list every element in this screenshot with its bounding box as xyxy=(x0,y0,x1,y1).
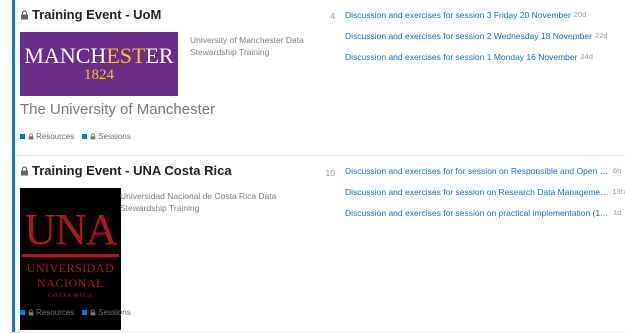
category-training-event-una: Training Event - UNA Costa Rica UNA UNIV… xyxy=(15,156,625,333)
topic-link[interactable]: Discussion and exercises for session 2 W… xyxy=(345,31,592,41)
topic-link[interactable]: Discussion and exercises for for session… xyxy=(345,166,610,176)
color-square-icon xyxy=(20,134,25,139)
topic-link[interactable]: Discussion and exercises for session 1 M… xyxy=(345,52,577,62)
topic-age[interactable]: 19h xyxy=(612,187,625,196)
topic-row: Discussion and exercises for session on … xyxy=(345,208,625,229)
subcategory-sessions-link[interactable]: Sessions xyxy=(82,308,131,317)
category-training-event-uom: Training Event - UoM MANCHESTER 1824 The… xyxy=(15,0,625,156)
color-square-icon xyxy=(20,310,25,315)
category-title[interactable]: Training Event - UoM xyxy=(20,7,161,22)
lock-icon xyxy=(20,165,29,176)
topic-count: 4 xyxy=(330,11,335,21)
topic-age[interactable]: 24d xyxy=(580,52,593,61)
category-description: Universidad Nacional de Costa Rica Data … xyxy=(120,191,277,213)
subcategory-links: Resources Sessions xyxy=(20,308,139,317)
topic-row: Discussion and exercises for for session… xyxy=(345,166,625,187)
topic-age[interactable]: 6h xyxy=(613,166,621,175)
category-description: University of Manchester Data Stewardshi… xyxy=(190,35,304,57)
uom-logo: MANCHESTER 1824 xyxy=(20,32,178,96)
category-title-text: Training Event - UNA Costa Rica xyxy=(32,163,232,178)
latest-topics: Discussion and exercises for for session… xyxy=(345,166,625,229)
subcategory-sessions-link[interactable]: Sessions xyxy=(82,132,131,141)
category-title-text: Training Event - UoM xyxy=(32,7,162,22)
category-logo[interactable]: MANCHESTER 1824 xyxy=(20,32,178,96)
topic-link[interactable]: Discussion and exercises for session on … xyxy=(345,208,610,218)
category-title[interactable]: Training Event - UNA Costa Rica xyxy=(20,163,232,178)
topic-link[interactable]: Discussion and exercises for session 3 F… xyxy=(345,10,571,20)
lock-icon xyxy=(90,133,96,140)
subcategory-links: Resources Sessions xyxy=(20,132,139,141)
lock-icon xyxy=(28,133,34,140)
logo-caption: The University of Manchester xyxy=(20,101,216,118)
lock-icon xyxy=(28,309,34,316)
topic-link[interactable]: Discussion and exercises for session on … xyxy=(345,187,609,197)
lock-icon xyxy=(90,309,96,316)
topic-count: 10 xyxy=(325,168,335,178)
topic-age[interactable]: 1d xyxy=(613,208,621,217)
color-square-icon xyxy=(82,310,88,315)
topic-age[interactable]: 22d xyxy=(595,31,608,40)
subcategory-resources-link[interactable]: Resources xyxy=(20,308,74,317)
color-square-icon xyxy=(82,134,88,139)
subcategory-resources-link[interactable]: Resources xyxy=(20,132,74,141)
topic-row: Discussion and exercises for session 1 M… xyxy=(345,52,625,73)
topic-row: Discussion and exercises for session 3 F… xyxy=(345,10,625,31)
topic-row: Discussion and exercises for session 2 W… xyxy=(345,31,625,52)
lock-icon xyxy=(20,9,29,20)
topic-age[interactable]: 20d xyxy=(574,10,587,19)
latest-topics: Discussion and exercises for session 3 F… xyxy=(345,10,625,73)
topic-row: Discussion and exercises for session on … xyxy=(345,187,625,208)
